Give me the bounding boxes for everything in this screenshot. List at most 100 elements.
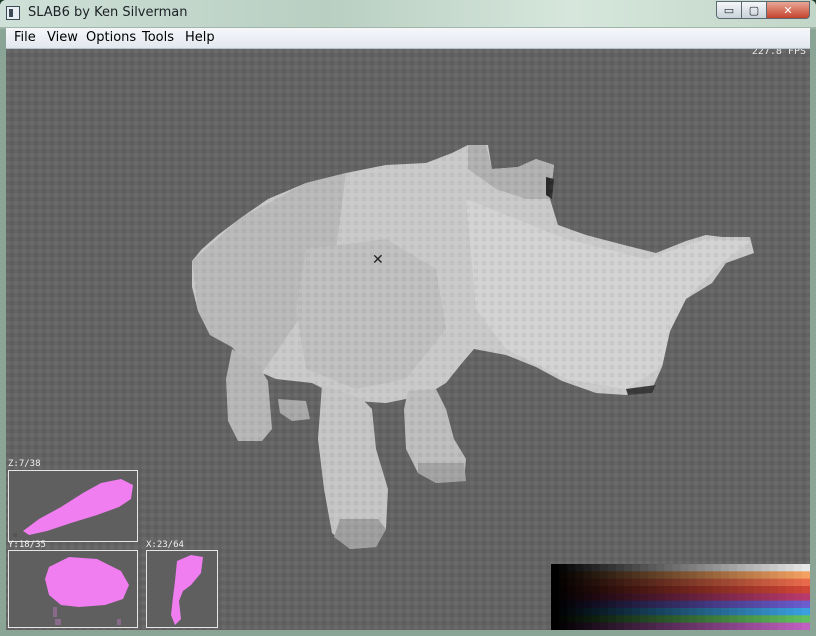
palette-swatch[interactable] bbox=[615, 608, 625, 616]
palette-swatch[interactable] bbox=[785, 564, 795, 572]
palette-swatch[interactable] bbox=[688, 608, 698, 616]
palette-swatch[interactable] bbox=[591, 593, 601, 602]
palette-swatch[interactable] bbox=[551, 564, 560, 572]
palette-swatch[interactable] bbox=[631, 586, 641, 594]
palette-swatch[interactable] bbox=[777, 586, 787, 594]
palette-swatch[interactable] bbox=[551, 622, 560, 630]
palette-swatch[interactable] bbox=[640, 615, 649, 624]
palette-swatch[interactable] bbox=[761, 615, 771, 624]
palette-swatch[interactable] bbox=[801, 600, 810, 609]
palette-swatch[interactable] bbox=[656, 564, 665, 572]
palette-swatch[interactable] bbox=[777, 571, 787, 580]
palette-swatch[interactable] bbox=[761, 593, 771, 602]
menu-file[interactable]: File bbox=[14, 30, 36, 45]
palette-swatch[interactable] bbox=[793, 600, 803, 609]
palette-swatch[interactable] bbox=[688, 622, 698, 630]
palette-swatch[interactable] bbox=[688, 571, 698, 580]
palette-swatch[interactable] bbox=[599, 586, 609, 594]
palette-swatch[interactable] bbox=[583, 593, 592, 602]
palette-swatch[interactable] bbox=[753, 608, 762, 616]
menu-view[interactable]: View bbox=[47, 30, 78, 45]
palette-swatch[interactable] bbox=[696, 600, 706, 609]
palette-swatch[interactable] bbox=[753, 600, 762, 609]
palette-swatch[interactable] bbox=[696, 571, 706, 580]
palette-swatch[interactable] bbox=[785, 578, 795, 587]
palette-swatch[interactable] bbox=[591, 578, 601, 587]
palette-swatch[interactable] bbox=[704, 615, 714, 624]
palette-swatch[interactable] bbox=[664, 600, 673, 609]
palette-swatch[interactable] bbox=[583, 578, 592, 587]
palette-swatch[interactable] bbox=[761, 608, 771, 616]
palette-swatch[interactable] bbox=[575, 564, 584, 572]
palette-swatch[interactable] bbox=[591, 615, 601, 624]
palette-swatch[interactable] bbox=[583, 615, 592, 624]
palette-swatch[interactable] bbox=[599, 571, 609, 580]
palette-swatch[interactable] bbox=[793, 622, 803, 630]
palette-swatch[interactable] bbox=[777, 564, 787, 572]
palette-swatch[interactable] bbox=[688, 600, 698, 609]
palette-swatch[interactable] bbox=[551, 586, 560, 594]
palette-swatch[interactable] bbox=[648, 564, 657, 572]
palette-swatch[interactable] bbox=[607, 571, 617, 580]
palette-swatch[interactable] bbox=[680, 571, 690, 580]
palette-swatch[interactable] bbox=[664, 564, 673, 572]
palette-swatch[interactable] bbox=[656, 593, 665, 602]
palette-swatch[interactable] bbox=[737, 608, 746, 616]
menu-options[interactable]: Options bbox=[86, 30, 136, 45]
palette-swatch[interactable] bbox=[559, 571, 568, 580]
palette-swatch[interactable] bbox=[793, 586, 803, 594]
palette-swatch[interactable] bbox=[680, 564, 690, 572]
palette-swatch[interactable] bbox=[793, 608, 803, 616]
palette-swatch[interactable] bbox=[615, 615, 625, 624]
palette-swatch[interactable] bbox=[680, 600, 690, 609]
palette-swatch[interactable] bbox=[656, 615, 665, 624]
palette-swatch[interactable] bbox=[696, 586, 706, 594]
palette-swatch[interactable] bbox=[712, 608, 722, 616]
palette-swatch[interactable] bbox=[567, 578, 576, 587]
palette-swatch[interactable] bbox=[680, 608, 690, 616]
palette-swatch[interactable] bbox=[551, 571, 560, 580]
palette-swatch[interactable] bbox=[648, 593, 657, 602]
palette-swatch[interactable] bbox=[551, 608, 560, 616]
palette-swatch[interactable] bbox=[785, 608, 795, 616]
palette-swatch[interactable] bbox=[559, 578, 568, 587]
palette-swatch[interactable] bbox=[575, 600, 584, 609]
palette-swatch[interactable] bbox=[793, 564, 803, 572]
palette-swatch[interactable] bbox=[607, 608, 617, 616]
palette-swatch[interactable] bbox=[801, 622, 810, 630]
palette-swatch[interactable] bbox=[575, 622, 584, 630]
palette-swatch[interactable] bbox=[631, 593, 641, 602]
palette-swatch[interactable] bbox=[575, 571, 584, 580]
palette-swatch[interactable] bbox=[777, 608, 787, 616]
palette-swatch[interactable] bbox=[777, 600, 787, 609]
palette-swatch[interactable] bbox=[688, 564, 698, 572]
palette-swatch[interactable] bbox=[623, 615, 633, 624]
palette-swatch[interactable] bbox=[729, 615, 738, 624]
palette-swatch[interactable] bbox=[729, 608, 738, 616]
minimize-button[interactable]: ▭ bbox=[716, 1, 742, 19]
palette-swatch[interactable] bbox=[761, 586, 771, 594]
palette-swatch[interactable] bbox=[672, 615, 681, 624]
palette-swatch[interactable] bbox=[745, 615, 754, 624]
palette-swatch[interactable] bbox=[753, 586, 762, 594]
palette-swatch[interactable] bbox=[704, 578, 714, 587]
palette-swatch[interactable] bbox=[761, 578, 771, 587]
palette-swatch[interactable] bbox=[615, 600, 625, 609]
palette-swatch[interactable] bbox=[591, 564, 601, 572]
palette-swatch[interactable] bbox=[656, 608, 665, 616]
palette-swatch[interactable] bbox=[720, 586, 730, 594]
palette-swatch[interactable] bbox=[591, 586, 601, 594]
palette-swatch[interactable] bbox=[729, 593, 738, 602]
palette-swatch[interactable] bbox=[623, 600, 633, 609]
palette-swatch[interactable] bbox=[680, 578, 690, 587]
palette-swatch[interactable] bbox=[785, 593, 795, 602]
palette-swatch[interactable] bbox=[720, 593, 730, 602]
palette-swatch[interactable] bbox=[615, 571, 625, 580]
palette-swatch[interactable] bbox=[623, 586, 633, 594]
palette-swatch[interactable] bbox=[761, 571, 771, 580]
title-bar[interactable]: SLAB6 by Ken Silverman ▭ ▢ ✕ bbox=[0, 0, 816, 27]
palette-swatch[interactable] bbox=[753, 578, 762, 587]
palette-swatch[interactable] bbox=[761, 622, 771, 630]
x-slice-view[interactable] bbox=[146, 550, 218, 628]
palette-swatch[interactable] bbox=[712, 578, 722, 587]
